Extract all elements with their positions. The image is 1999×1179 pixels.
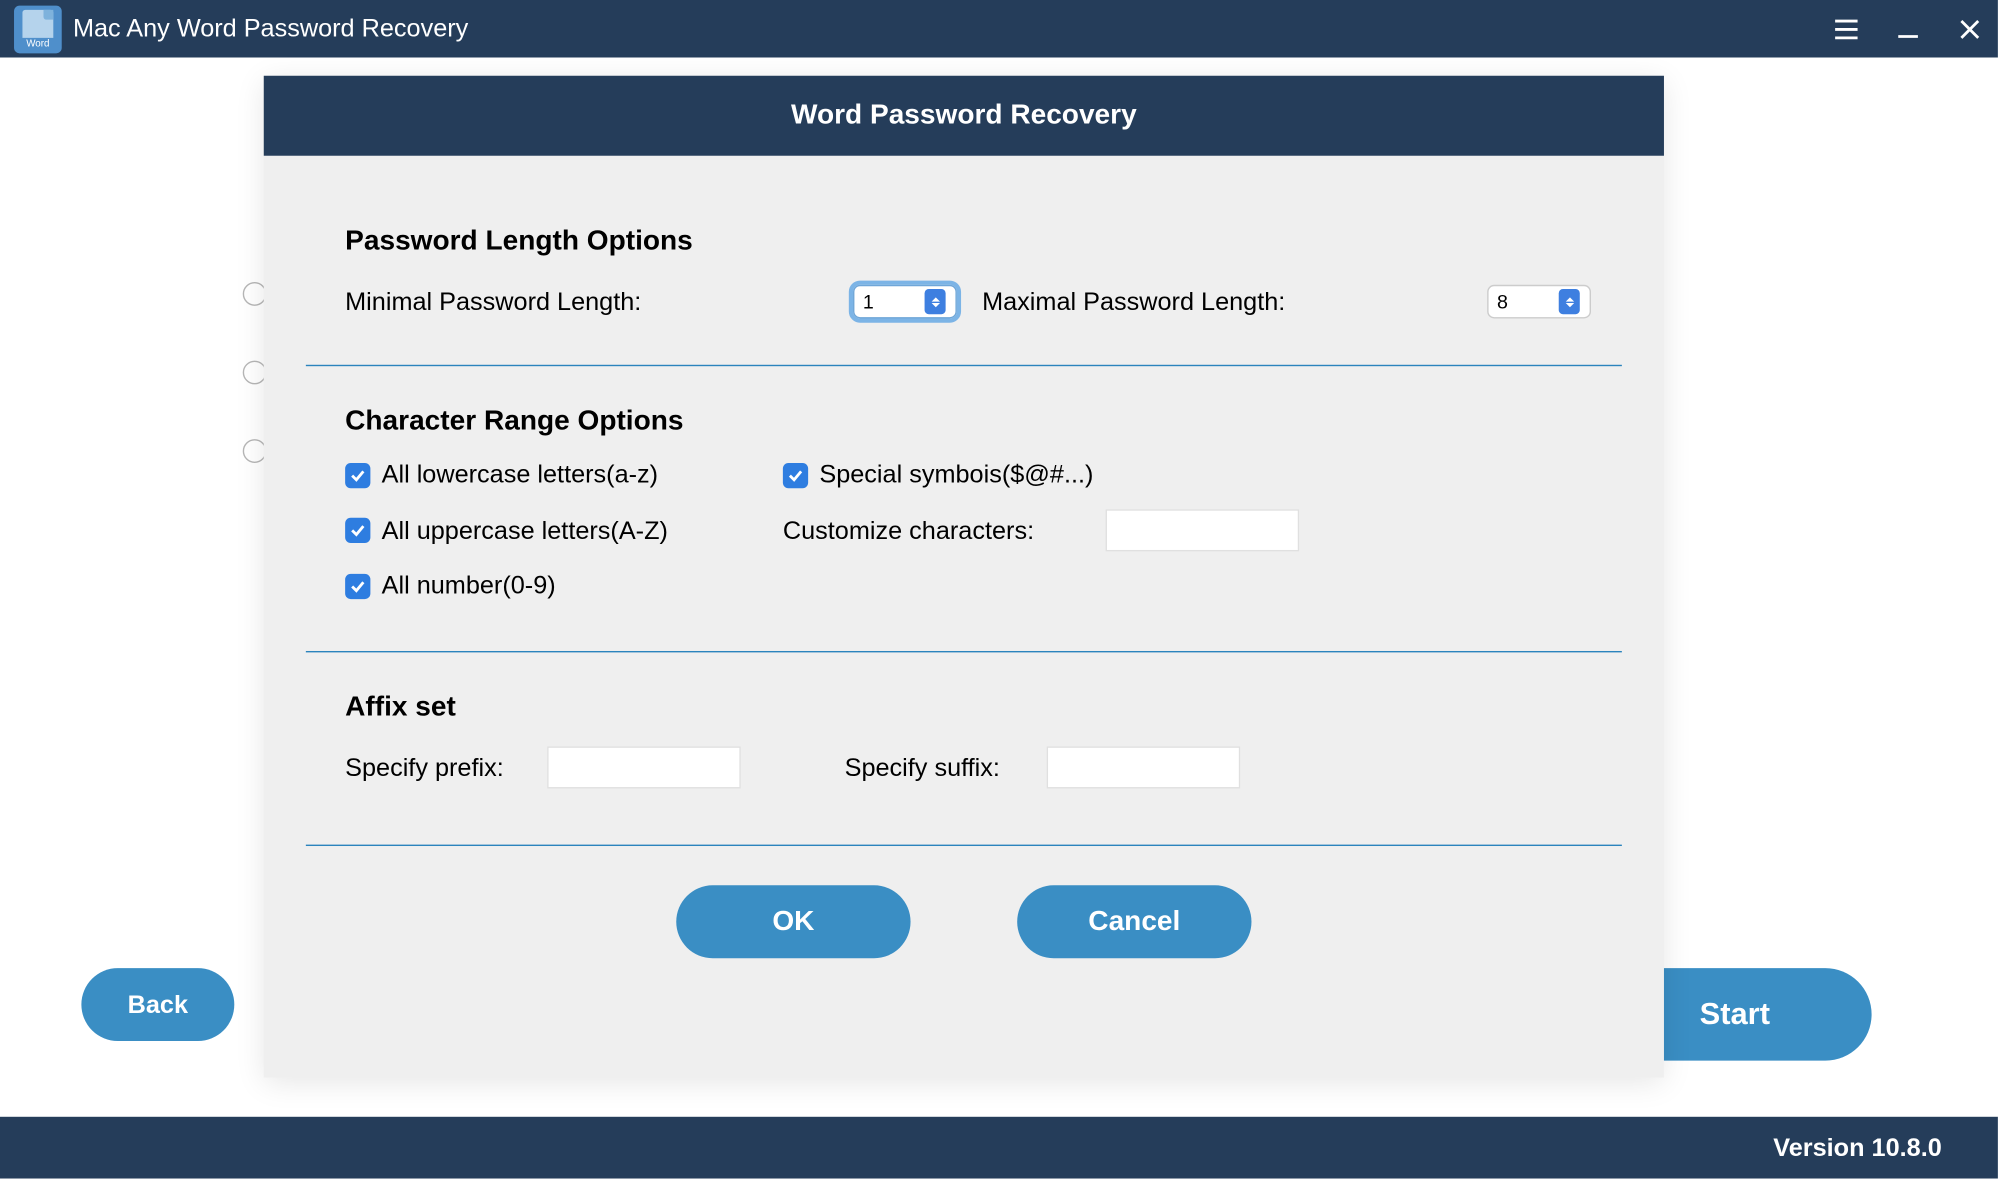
ok-button-label: OK <box>772 906 814 938</box>
app-title: Mac Any Word Password Recovery <box>73 14 468 43</box>
divider <box>306 845 1622 846</box>
cancel-button-label: Cancel <box>1088 906 1180 938</box>
minimize-icon[interactable] <box>1894 15 1922 43</box>
customize-row: Customize characters: <box>783 509 1622 551</box>
length-heading: Password Length Options <box>306 226 1622 258</box>
back-button-label: Back <box>128 990 188 1019</box>
app-icon: Word <box>14 5 62 53</box>
affix-heading: Affix set <box>306 692 1622 724</box>
char-heading: Character Range Options <box>306 405 1622 437</box>
special-checkbox-row: Special symbois($@#...) <box>783 460 1622 489</box>
stepper-arrows-icon[interactable] <box>1559 289 1580 314</box>
divider <box>306 365 1622 366</box>
max-length-label: Maximal Password Length: <box>982 287 1285 316</box>
settings-dialog: Word Password Recovery Password Length O… <box>264 76 1664 1078</box>
cancel-button[interactable]: Cancel <box>1017 885 1251 958</box>
divider <box>306 651 1622 652</box>
version-label: Version 10.8.0 <box>1773 1133 1941 1162</box>
prefix-input[interactable] <box>547 746 741 788</box>
max-length-stepper[interactable] <box>1487 285 1591 319</box>
max-length-input[interactable] <box>1489 286 1559 317</box>
min-length-label: Minimal Password Length: <box>345 287 853 316</box>
number-label: All number(0-9) <box>382 571 556 600</box>
number-checkbox-row: All number(0-9) <box>345 571 783 600</box>
special-checkbox[interactable] <box>783 462 808 487</box>
suffix-input[interactable] <box>1047 746 1241 788</box>
dialog-title: Word Password Recovery <box>264 76 1664 156</box>
back-button[interactable]: Back <box>81 968 234 1041</box>
min-length-stepper[interactable] <box>853 285 957 319</box>
ok-button[interactable]: OK <box>676 885 910 958</box>
customize-input[interactable] <box>1106 509 1300 551</box>
close-icon[interactable] <box>1956 15 1984 43</box>
menu-icon[interactable] <box>1832 15 1860 43</box>
prefix-label: Specify prefix: <box>345 753 547 782</box>
lowercase-checkbox[interactable] <box>345 462 370 487</box>
suffix-label: Specify suffix: <box>845 753 1047 782</box>
uppercase-label: All uppercase letters(A-Z) <box>382 516 668 545</box>
lowercase-label: All lowercase letters(a-z) <box>382 460 658 489</box>
number-checkbox[interactable] <box>345 573 370 598</box>
uppercase-checkbox[interactable] <box>345 518 370 543</box>
start-button-label: Start <box>1700 996 1770 1032</box>
stepper-arrows-icon[interactable] <box>925 289 946 314</box>
titlebar: Word Mac Any Word Password Recovery <box>0 0 1998 58</box>
footer: Version 10.8.0 <box>0 1117 1998 1179</box>
customize-label: Customize characters: <box>783 516 1106 545</box>
min-length-input[interactable] <box>854 286 924 317</box>
main-content: Back Start Word Password Recovery Passwo… <box>0 58 1998 1117</box>
uppercase-checkbox-row: All uppercase letters(A-Z) <box>345 509 783 551</box>
special-label: Special symbois($@#...) <box>819 460 1093 489</box>
lowercase-checkbox-row: All lowercase letters(a-z) <box>345 460 783 489</box>
